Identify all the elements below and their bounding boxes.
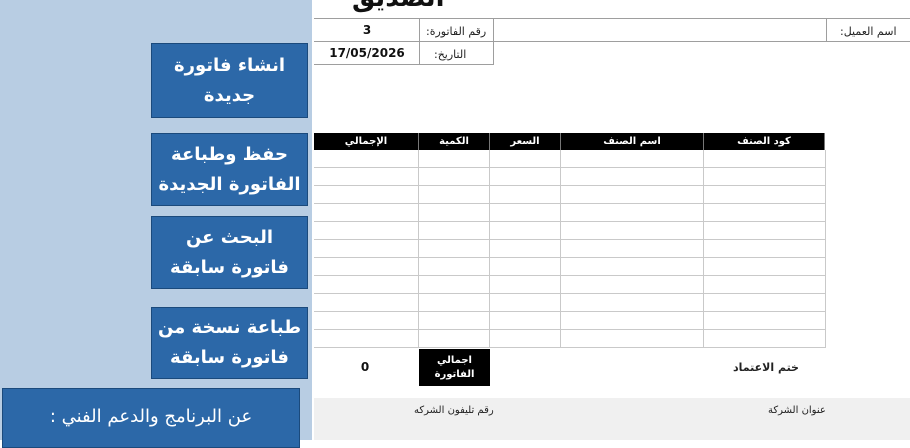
table-cell[interactable] xyxy=(419,294,490,312)
table-cell[interactable] xyxy=(419,276,490,294)
table-cell[interactable] xyxy=(704,330,826,348)
table-cell[interactable] xyxy=(490,312,561,330)
table-cell[interactable] xyxy=(419,186,490,204)
invoice-number-value[interactable]: 3 xyxy=(322,23,412,37)
table-cell[interactable] xyxy=(314,276,419,294)
about-support-button[interactable]: عن البرنامج والدعم الفني : xyxy=(2,388,300,448)
table-cell[interactable] xyxy=(704,258,826,276)
table-cell[interactable] xyxy=(704,168,826,186)
table-cell[interactable] xyxy=(419,258,490,276)
table-cell[interactable] xyxy=(561,204,704,222)
table-cell[interactable] xyxy=(704,294,826,312)
table-cell[interactable] xyxy=(490,258,561,276)
table-cell[interactable] xyxy=(314,222,419,240)
save-print-invoice-button[interactable]: حفظ وطباعة الفاتورة الجديدة xyxy=(151,133,308,206)
column-header-total: الإجمالي xyxy=(314,133,419,150)
table-cell[interactable] xyxy=(314,312,419,330)
table-cell[interactable] xyxy=(561,276,704,294)
company-phone-label: رقم تليفون الشركه xyxy=(414,405,494,416)
table-cell[interactable] xyxy=(704,312,826,330)
table-cell[interactable] xyxy=(314,204,419,222)
table-cell[interactable] xyxy=(419,150,490,168)
table-cell[interactable] xyxy=(490,294,561,312)
table-cell[interactable] xyxy=(419,312,490,330)
invoice-number-label: رقم الفاتورة: xyxy=(426,25,487,38)
table-cell[interactable] xyxy=(561,258,704,276)
table-cell[interactable] xyxy=(314,186,419,204)
table-cell[interactable] xyxy=(704,186,826,204)
grid-line xyxy=(314,64,494,65)
table-cell[interactable] xyxy=(419,204,490,222)
table-cell[interactable] xyxy=(561,312,704,330)
table-cell[interactable] xyxy=(561,222,704,240)
table-cell[interactable] xyxy=(490,240,561,258)
grid-line xyxy=(314,18,910,19)
date-label: التاريخ: xyxy=(434,48,467,61)
table-cell[interactable] xyxy=(490,276,561,294)
invoice-total-label: اجمالي الفاتورة xyxy=(419,349,490,386)
column-header-price: السعر xyxy=(490,133,561,150)
company-logo: الصديق xyxy=(352,0,445,11)
table-cell[interactable] xyxy=(419,168,490,186)
table-cell[interactable] xyxy=(704,204,826,222)
date-value[interactable]: 17/05/2026 xyxy=(318,46,416,60)
table-cell[interactable] xyxy=(704,222,826,240)
column-header-quantity: الكمية xyxy=(419,133,490,150)
table-cell[interactable] xyxy=(561,150,704,168)
table-cell[interactable] xyxy=(561,186,704,204)
table-cell[interactable] xyxy=(314,240,419,258)
table-cell[interactable] xyxy=(490,330,561,348)
table-cell[interactable] xyxy=(419,240,490,258)
table-cell[interactable] xyxy=(419,330,490,348)
search-invoice-button[interactable]: البحث عن فاتورة سابقة xyxy=(151,216,308,289)
table-cell[interactable] xyxy=(419,222,490,240)
table-cell[interactable] xyxy=(490,168,561,186)
company-address-label: عنوان الشركة xyxy=(768,405,826,416)
reprint-invoice-button[interactable]: طباعة نسخة من فاتورة سابقة xyxy=(151,307,308,379)
table-cell[interactable] xyxy=(561,330,704,348)
table-cell[interactable] xyxy=(490,186,561,204)
grid-line xyxy=(314,41,910,42)
table-cell[interactable] xyxy=(561,168,704,186)
invoice-total-value: 0 xyxy=(360,360,370,374)
table-cell[interactable] xyxy=(704,150,826,168)
table-cell[interactable] xyxy=(704,276,826,294)
table-cell[interactable] xyxy=(314,168,419,186)
table-cell[interactable] xyxy=(490,150,561,168)
grid-line xyxy=(493,18,494,64)
column-header-item-code: كود الصنف xyxy=(704,133,825,150)
table-cell[interactable] xyxy=(561,240,704,258)
table-cell[interactable] xyxy=(314,294,419,312)
create-invoice-button[interactable]: انشاء فاتورة جديدة xyxy=(151,43,308,118)
grid-line xyxy=(826,18,827,41)
table-cell[interactable] xyxy=(314,258,419,276)
table-cell[interactable] xyxy=(561,294,704,312)
column-header-item-name: اسم الصنف xyxy=(561,133,704,150)
customer-label: اسم العميل: xyxy=(840,25,897,38)
approval-stamp-label: ختم الاعتماد xyxy=(733,361,799,374)
table-cell[interactable] xyxy=(704,240,826,258)
table-cell[interactable] xyxy=(314,150,419,168)
table-cell[interactable] xyxy=(314,330,419,348)
grid-line xyxy=(419,18,420,64)
table-cell[interactable] xyxy=(490,204,561,222)
table-cell[interactable] xyxy=(490,222,561,240)
